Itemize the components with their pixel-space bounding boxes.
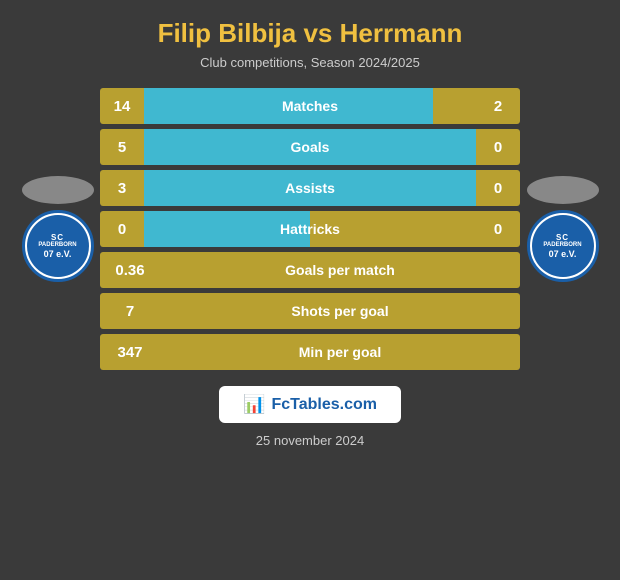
stat-left-goals-per-match: 0.36 xyxy=(100,252,160,288)
right-logo-paderborn: PADERBORN xyxy=(543,242,581,249)
left-logo-sc: SC xyxy=(51,233,64,242)
stat-row-hattricks: 0 Hattricks 0 xyxy=(100,211,520,247)
stat-left-matches: 14 xyxy=(100,88,144,124)
stat-label-goals-per-match: Goals per match xyxy=(160,262,520,278)
stat-bar-matches: Matches xyxy=(144,88,476,124)
left-logo-paderborn: PADERBORN xyxy=(38,242,76,249)
stat-label-shots-per-goal: Shots per goal xyxy=(160,303,520,319)
stat-row-matches: 14 Matches 2 xyxy=(100,88,520,124)
stat-row-goals: 5 Goals 0 xyxy=(100,129,520,165)
left-ellipse-top xyxy=(22,176,94,204)
fctables-badge: 📊 FcTables.com xyxy=(219,386,401,423)
right-ellipse-top xyxy=(527,176,599,204)
logo-right: SC PADERBORN 07 e.V. xyxy=(520,176,605,282)
stat-right-hattricks: 0 xyxy=(476,211,520,247)
date-text: 25 november 2024 xyxy=(256,433,364,448)
stat-bar-shots-per-goal: Shots per goal xyxy=(160,293,520,329)
stat-label-assists: Assists xyxy=(144,180,476,196)
right-logo-sc: SC xyxy=(556,233,569,242)
stats-container: 14 Matches 2 5 Goals 0 3 Assists 0 xyxy=(100,88,520,370)
stat-left-goals: 5 xyxy=(100,129,144,165)
right-logo-07: 07 e.V. xyxy=(549,249,577,259)
stat-left-min-per-goal: 347 xyxy=(100,334,160,370)
stat-row-assists: 3 Assists 0 xyxy=(100,170,520,206)
left-logo-07: 07 e.V. xyxy=(44,249,72,259)
stat-row-min-per-goal: 347 Min per goal xyxy=(100,334,520,370)
stat-left-assists: 3 xyxy=(100,170,144,206)
stat-right-matches: 2 xyxy=(476,88,520,124)
fctables-text: FcTables.com xyxy=(271,396,377,414)
stat-bar-assists: Assists xyxy=(144,170,476,206)
stat-left-hattricks: 0 xyxy=(100,211,144,247)
stat-label-hattricks: Hattricks xyxy=(144,221,476,237)
stat-bar-goals: Goals xyxy=(144,129,476,165)
stat-row-shots-per-goal: 7 Shots per goal xyxy=(100,293,520,329)
stat-bar-goals-per-match: Goals per match xyxy=(160,252,520,288)
stat-right-assists: 0 xyxy=(476,170,520,206)
stat-left-shots-per-goal: 7 xyxy=(100,293,160,329)
logo-left: SC PADERBORN 07 e.V. xyxy=(15,176,100,282)
stat-right-goals: 0 xyxy=(476,129,520,165)
stat-row-goals-per-match: 0.36 Goals per match xyxy=(100,252,520,288)
stat-bar-min-per-goal: Min per goal xyxy=(160,334,520,370)
fctables-icon: 📊 xyxy=(243,394,265,415)
stat-label-min-per-goal: Min per goal xyxy=(160,344,520,360)
stat-bar-hattricks: Hattricks xyxy=(144,211,476,247)
right-club-logo: SC PADERBORN 07 e.V. xyxy=(527,210,599,282)
stat-label-goals: Goals xyxy=(144,139,476,155)
title: Filip Bilbija vs Herrmann xyxy=(158,18,463,49)
subtitle: Club competitions, Season 2024/2025 xyxy=(200,55,420,70)
stat-label-matches: Matches xyxy=(144,98,476,114)
left-club-logo: SC PADERBORN 07 e.V. xyxy=(22,210,94,282)
